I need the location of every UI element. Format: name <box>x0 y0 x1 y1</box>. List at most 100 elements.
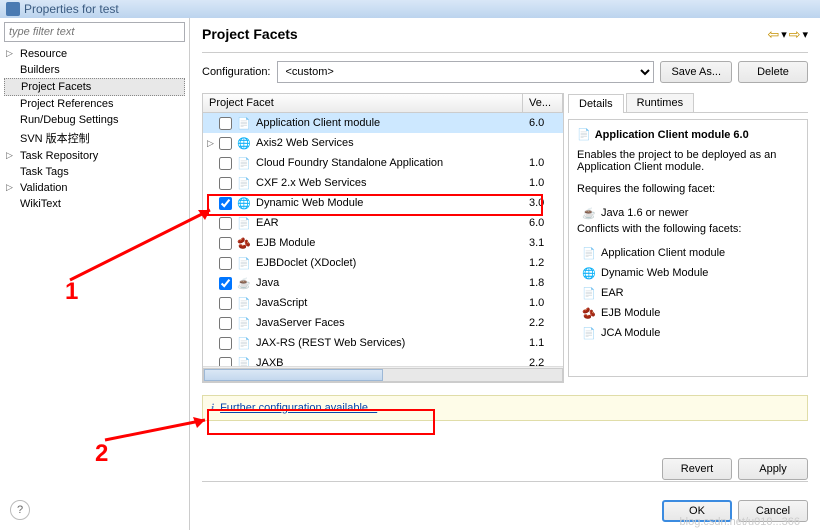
facet-version: 2.2 <box>529 357 559 366</box>
doc-icon: 📄 <box>236 335 252 351</box>
list-item: 📄JCA Module <box>581 323 799 343</box>
doc-icon: 📄 <box>236 155 252 171</box>
facet-row[interactable]: 📄EAR6.0 <box>203 213 563 233</box>
sidebar-item[interactable]: Project Facets <box>4 78 185 96</box>
facet-version: 1.0 <box>529 297 559 309</box>
doc-icon: 📄 <box>236 355 252 366</box>
dropdown-icon[interactable]: ▾ <box>802 28 808 41</box>
facet-version: 6.0 <box>529 217 559 229</box>
sidebar-item[interactable]: Validation <box>4 180 185 196</box>
facet-checkbox[interactable] <box>219 357 232 367</box>
sidebar-item[interactable]: Task Repository <box>4 148 185 164</box>
facet-checkbox[interactable] <box>219 157 232 170</box>
list-item: 🌐Dynamic Web Module <box>581 263 799 283</box>
window-title: Properties for test <box>24 2 119 16</box>
delete-button[interactable]: Delete <box>738 61 808 83</box>
sidebar-item[interactable]: Project References <box>4 96 185 112</box>
facet-checkbox[interactable] <box>219 317 232 330</box>
facet-checkbox[interactable] <box>219 217 232 230</box>
facet-row[interactable]: 📄CXF 2.x Web Services1.0 <box>203 173 563 193</box>
main-panel: Project Facets ⇦ ▾ ⇨ ▾ Configuration: <c… <box>190 18 820 530</box>
apply-button[interactable]: Apply <box>738 458 808 480</box>
facet-checkbox[interactable] <box>219 137 232 150</box>
help-button[interactable]: ? <box>10 500 30 520</box>
doc-icon: 📄 <box>581 245 597 261</box>
facet-checkbox[interactable] <box>219 177 232 190</box>
facet-row[interactable]: 📄JavaServer Faces2.2 <box>203 313 563 333</box>
globe-icon: 🌐 <box>581 265 597 281</box>
facet-name: JavaScript <box>256 297 529 309</box>
titlebar: Properties for test <box>0 0 820 18</box>
bean-icon: 🫘 <box>236 235 252 251</box>
back-icon[interactable]: ⇦ <box>767 26 779 43</box>
facet-version: 6.0 <box>529 117 559 129</box>
facet-checkbox[interactable] <box>219 117 232 130</box>
facet-checkbox[interactable] <box>219 197 232 210</box>
filter-input[interactable] <box>4 22 185 42</box>
dropdown-icon[interactable]: ▾ <box>781 28 787 41</box>
facet-row[interactable]: 📄JAXB2.2 <box>203 353 563 366</box>
requires-label: Requires the following facet: <box>577 183 799 195</box>
doc-icon: 📄 <box>581 285 597 301</box>
facet-checkbox[interactable] <box>219 297 232 310</box>
nav-arrows: ⇦ ▾ ⇨ ▾ <box>767 26 808 43</box>
java-icon: ☕ <box>581 205 597 221</box>
sidebar-item[interactable]: Run/Debug Settings <box>4 112 185 128</box>
facet-row[interactable]: ▷🌐Axis2 Web Services <box>203 133 563 153</box>
sidebar-item[interactable]: WikiText <box>4 196 185 212</box>
facet-checkbox[interactable] <box>219 337 232 350</box>
facet-name: Dynamic Web Module <box>256 197 529 209</box>
doc-icon: 📄 <box>236 255 252 271</box>
facet-version: 2.2 <box>529 317 559 329</box>
facet-row[interactable]: 📄Application Client module6.0 <box>203 113 563 133</box>
facet-name: EJB Module <box>256 237 529 249</box>
save-as-button[interactable]: Save As... <box>660 61 732 83</box>
horizontal-scrollbar[interactable] <box>203 366 563 382</box>
config-select[interactable]: <custom> <box>277 61 655 83</box>
facet-checkbox[interactable] <box>219 237 232 250</box>
tab-details[interactable]: Details <box>568 94 624 113</box>
globe-icon: 🌐 <box>236 195 252 211</box>
facet-name: Axis2 Web Services <box>256 137 529 149</box>
col-version[interactable]: Ve... <box>523 94 563 112</box>
facet-checkbox[interactable] <box>219 277 232 290</box>
facet-row[interactable]: 📄 EJBDoclet (XDoclet)1.2 <box>203 253 563 273</box>
globe-icon: 🌐 <box>236 135 252 151</box>
facet-version: 1.1 <box>529 337 559 349</box>
facet-name: JAX-RS (REST Web Services) <box>256 337 529 349</box>
facet-row[interactable]: 🌐 Dynamic Web Module3.0 <box>203 193 563 213</box>
details-panel: Details Runtimes 📄 Application Client mo… <box>568 93 808 383</box>
col-project-facet[interactable]: Project Facet <box>203 94 523 112</box>
facet-checkbox[interactable] <box>219 257 232 270</box>
sidebar-item[interactable]: Builders <box>4 62 185 78</box>
facet-version: 1.0 <box>529 157 559 169</box>
facet-name: EJBDoclet (XDoclet) <box>256 257 529 269</box>
tab-runtimes[interactable]: Runtimes <box>626 93 694 112</box>
sidebar-item[interactable]: Resource <box>4 46 185 62</box>
facet-row[interactable]: 📄 Cloud Foundry Standalone Application1.0 <box>203 153 563 173</box>
facet-version: 1.2 <box>529 257 559 269</box>
sidebar-item[interactable]: Task Tags <box>4 164 185 180</box>
details-description: Enables the project to be deployed as an… <box>577 149 799 173</box>
page-title: Project Facets <box>202 26 808 42</box>
facet-row[interactable]: 📄 JAX-RS (REST Web Services)1.1 <box>203 333 563 353</box>
facet-name: Java <box>256 277 529 289</box>
facet-name: JavaServer Faces <box>256 317 529 329</box>
facet-row[interactable]: 🫘EJB Module3.1 <box>203 233 563 253</box>
sidebar-item[interactable]: SVN 版本控制 <box>4 128 185 148</box>
list-item: ☕Java 1.6 or newer <box>581 203 799 223</box>
sidebar: ResourceBuildersProject FacetsProject Re… <box>0 18 190 530</box>
list-item: 🫘EJB Module <box>581 303 799 323</box>
facet-name: Cloud Foundry Standalone Application <box>256 157 529 169</box>
facet-version: 3.0 <box>529 197 559 209</box>
further-config-link[interactable]: Further configuration available... <box>220 402 377 414</box>
forward-icon[interactable]: ⇨ <box>789 26 801 43</box>
details-title: Application Client module 6.0 <box>595 129 749 141</box>
facet-row[interactable]: ☕Java1.8 <box>203 273 563 293</box>
watermark: blog.csdn.net/u010...366 <box>680 516 800 528</box>
app-icon <box>6 2 20 16</box>
doc-icon: 📄 <box>581 325 597 341</box>
config-label: Configuration: <box>202 66 271 78</box>
facet-row[interactable]: 📄JavaScript1.0 <box>203 293 563 313</box>
revert-button[interactable]: Revert <box>662 458 732 480</box>
